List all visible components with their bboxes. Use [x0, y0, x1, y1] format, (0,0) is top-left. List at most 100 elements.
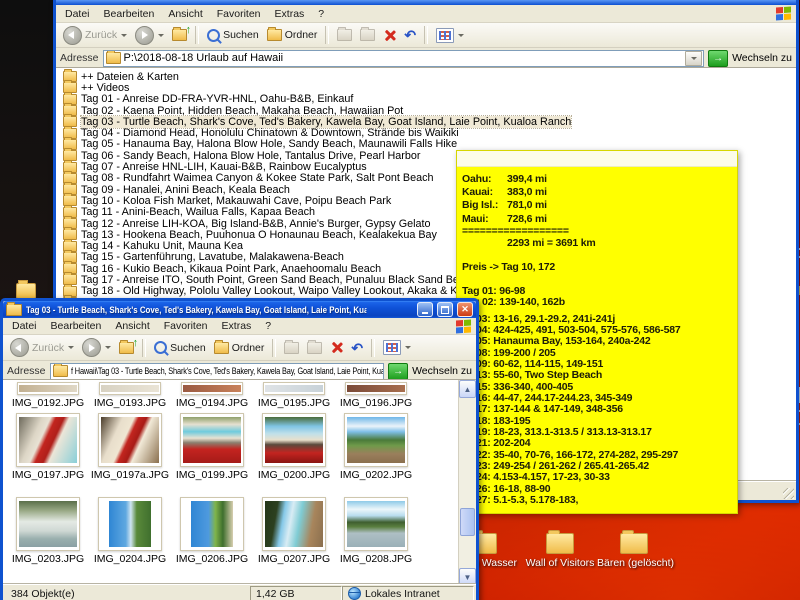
move-to-button[interactable]	[281, 341, 302, 355]
forward-dropdown-icon[interactable]	[105, 346, 111, 349]
folder-name: Tag 08 - Rundfahrt Waimea Canyon & Kokee…	[81, 172, 434, 184]
scrollbar-thumb[interactable]	[460, 508, 475, 536]
up-button[interactable]	[169, 28, 190, 42]
desktop-icon[interactable]: Wall of Visitors	[523, 533, 597, 569]
status-size: 1,42 GB	[250, 586, 342, 600]
folder-list-item[interactable]: ++ Dateien & Karten	[60, 71, 796, 82]
forward-button[interactable]	[79, 337, 114, 358]
menu-item[interactable]: ?	[258, 319, 278, 333]
note-entry: 13: 55-60, Two Step Beach	[462, 370, 735, 381]
folders-button[interactable]: Ordner	[211, 341, 268, 355]
delete-button[interactable]	[380, 28, 399, 43]
thumbnail-image	[183, 417, 241, 463]
desktop-folder-icon-partial[interactable]	[16, 283, 36, 299]
thumbnails-view: IMG_0192.JPG IMG_0193.JPG IMG_0194.JPG IMG_…	[3, 379, 476, 586]
address-dropdown-button[interactable]	[685, 51, 702, 66]
menu-item[interactable]: Extras	[268, 7, 312, 21]
file-item[interactable]: IMG_0200.JPG	[261, 413, 327, 481]
thumbnail-image	[101, 417, 159, 463]
copy-to-button[interactable]	[357, 28, 378, 42]
menu-item[interactable]: ?	[311, 7, 331, 21]
folder-list-item[interactable]: Tag 01 - Anreise DD-FRA-YVR-HNL, Oahu-B&…	[60, 94, 796, 105]
minimize-button[interactable]	[417, 302, 433, 317]
file-item[interactable]: IMG_0197a.JPG	[97, 413, 163, 481]
file-item[interactable]: IMG_0202.JPG	[343, 413, 409, 481]
file-item[interactable]: IMG_0199.JPG	[179, 413, 245, 481]
thumbnail-frame	[344, 413, 408, 467]
search-button[interactable]: Suchen	[151, 340, 209, 355]
menu-item[interactable]: Bearbeiten	[97, 7, 162, 21]
file-item[interactable]: IMG_0195.JPG	[261, 382, 327, 409]
search-button[interactable]: Suchen	[204, 28, 262, 43]
folder-list-item[interactable]: ++ Videos	[60, 82, 796, 93]
delete-button[interactable]	[327, 340, 346, 355]
address-input[interactable]: f Hawaii\Tag 03 - Turtle Beach, Shark's …	[50, 363, 385, 380]
views-button[interactable]	[433, 27, 467, 44]
menu-item[interactable]: Datei	[58, 7, 97, 21]
file-item[interactable]: IMG_0207.JPG	[261, 497, 327, 565]
back-dropdown-icon[interactable]	[121, 34, 127, 37]
forward-dropdown-icon[interactable]	[158, 34, 164, 37]
forward-button[interactable]	[132, 25, 167, 46]
resize-grip[interactable]	[783, 488, 794, 499]
title-bar[interactable]: Tag 03 - Turtle Beach, Shark's Cove, Ted…	[3, 301, 476, 318]
back-label: Zurück	[85, 29, 117, 41]
file-item[interactable]: IMG_0192.JPG	[15, 382, 81, 409]
go-button[interactable]	[388, 363, 408, 380]
back-dropdown-icon[interactable]	[68, 346, 74, 349]
views-button[interactable]	[380, 339, 414, 356]
folder-list-item[interactable]: Tag 03 - Turtle Beach, Shark's Cove, Ted…	[60, 116, 796, 127]
undo-button[interactable]	[401, 28, 419, 42]
toolbar-separator	[371, 339, 375, 357]
folder-icon	[620, 533, 648, 554]
file-item[interactable]: IMG_0208.JPG	[343, 497, 409, 565]
folder-list-item[interactable]: Tag 05 - Hanauma Bay, Halona Blow Hole, …	[60, 139, 796, 150]
file-item[interactable]: IMG_0204.JPG	[97, 497, 163, 565]
desktop-wallpaper-dark-corner	[0, 0, 56, 320]
menu-items: DateiBearbeitenAnsichtFavoritenExtras?	[58, 7, 331, 21]
menu-item[interactable]: Favoriten	[210, 7, 268, 21]
copy-to-folder-icon	[307, 342, 322, 354]
menu-item[interactable]: Ansicht	[108, 319, 156, 333]
file-item[interactable]: IMG_0197.JPG	[15, 413, 81, 481]
maximize-button[interactable]	[437, 302, 453, 317]
file-item[interactable]: IMG_0193.JPG	[97, 382, 163, 409]
thumbnail-image	[183, 385, 241, 392]
go-button[interactable]	[708, 50, 728, 67]
file-name: IMG_0204.JPG	[94, 553, 166, 565]
close-button[interactable]	[457, 302, 473, 317]
menu-item[interactable]: Datei	[5, 319, 44, 333]
folder-list-item[interactable]: Tag 02 - Kaena Point, Hidden Beach, Maka…	[60, 105, 796, 116]
views-icon	[383, 340, 401, 355]
desktop-icon[interactable]: Bären (gelöscht)	[597, 533, 671, 569]
file-item[interactable]: IMG_0194.JPG	[179, 382, 245, 409]
menu-item[interactable]: Ansicht	[161, 7, 209, 21]
note-entry: Tag 02: 139-140, 162b	[462, 297, 735, 308]
folder-list-item[interactable]: Tag 04 - Diamond Head, Honolulu Chinatow…	[60, 127, 796, 138]
move-to-button[interactable]	[334, 28, 355, 42]
sticky-note[interactable]: Oahu:399,4 miKauai:383,0 miBig Isl.:781,…	[456, 150, 738, 514]
back-button[interactable]: Zurück	[60, 25, 130, 46]
up-button[interactable]	[116, 341, 137, 355]
file-name: IMG_0200.JPG	[258, 469, 330, 481]
search-label: Suchen	[223, 29, 259, 41]
sticky-note-header[interactable]	[457, 151, 737, 167]
status-zone: Lokales Intranet	[342, 586, 474, 600]
search-label: Suchen	[170, 342, 206, 354]
file-item[interactable]: IMG_0206.JPG	[179, 497, 245, 565]
folder-name: Tag 12 - Anreise LIH-KOA, Big Island-B&B…	[81, 218, 431, 230]
folder-name: ++ Dateien & Karten	[81, 71, 179, 83]
back-button[interactable]: Zurück	[7, 337, 77, 358]
menu-item[interactable]: Favoriten	[157, 319, 215, 333]
menu-item[interactable]: Extras	[215, 319, 259, 333]
folders-button[interactable]: Ordner	[264, 28, 321, 42]
scroll-up-button[interactable]	[459, 380, 476, 398]
address-input[interactable]: P:\2018-08-18 Urlaub auf Hawaii	[103, 50, 705, 67]
vertical-scrollbar[interactable]	[458, 380, 476, 586]
file-item[interactable]: IMG_0196.JPG	[343, 382, 409, 409]
file-item[interactable]: IMG_0203.JPG	[15, 497, 81, 565]
file-name: IMG_0208.JPG	[340, 553, 412, 565]
undo-button[interactable]	[348, 341, 366, 355]
copy-to-button[interactable]	[304, 341, 325, 355]
menu-item[interactable]: Bearbeiten	[44, 319, 109, 333]
